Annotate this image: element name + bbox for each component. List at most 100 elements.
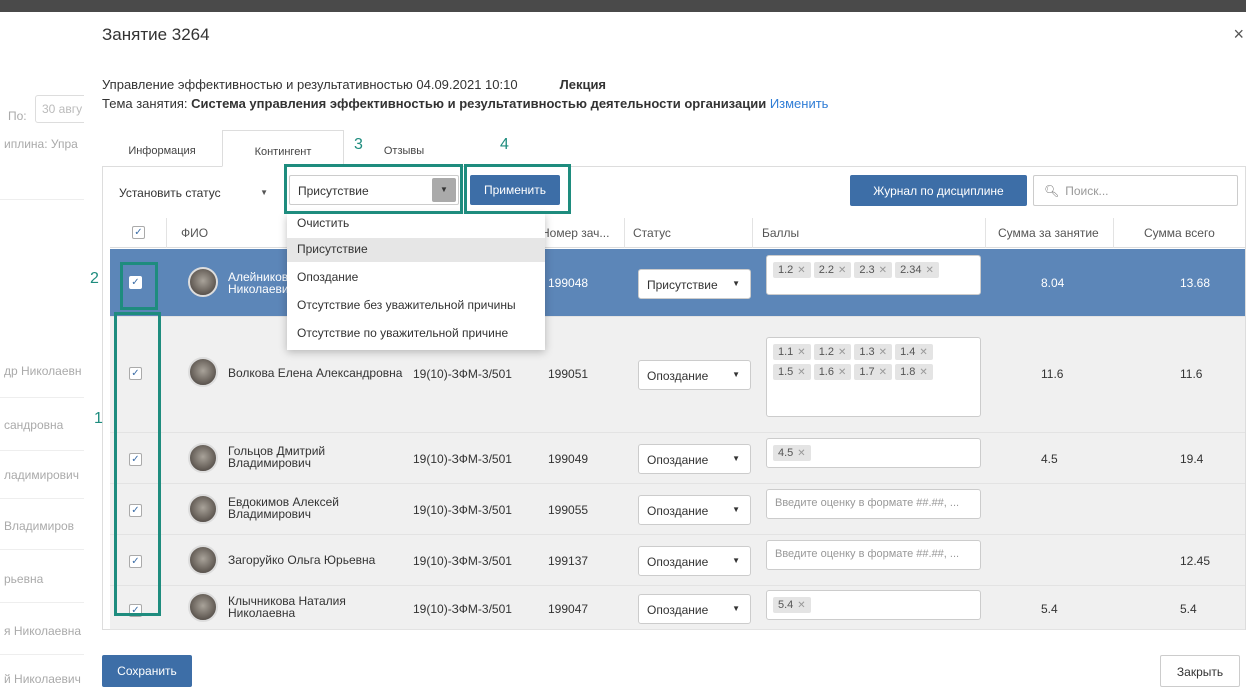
remove-icon: ✕ [919, 347, 928, 358]
lesson-info: Управление эффективностью и результативн… [102, 77, 606, 92]
bg-name: й Николаевич [4, 672, 81, 686]
scores-input[interactable]: Введите оценку в формате ##.##, ... [766, 489, 981, 519]
bg-divider [0, 397, 90, 398]
table-row[interactable]: ✓ Клычникова Наталия Николаевна 19(10)-ЗФ… [110, 586, 1245, 630]
scores-input[interactable]: 1.1 ✕ 1.2 ✕ 1.3 ✕ 1.4 ✕ 1.5 ✕ 1.6 ✕ 1.7 ✕ 1.8 ✕ [766, 337, 981, 417]
remove-icon: ✕ [837, 367, 847, 378]
discipline-journal-button[interactable]: Журнал по дисциплине [850, 175, 1027, 206]
bg-divider [0, 498, 90, 499]
bg-divider [0, 199, 90, 200]
row-status-select[interactable]: Опоздание ▼ [638, 495, 751, 525]
select-all-checkbox[interactable]: ✓ [132, 226, 145, 239]
student-name: Волкова Елена Александровна [228, 366, 403, 380]
lesson-topic: Тема занятия: Система управления эффекти… [102, 96, 828, 111]
scores-input[interactable]: Введите оценку в формате ##.##, ... [766, 540, 981, 570]
avatar [188, 267, 218, 297]
avatar [188, 592, 218, 622]
score-chip[interactable]: 5.4 ✕ [773, 597, 811, 613]
topic-label: Тема занятия: [102, 96, 192, 111]
avatar [188, 443, 218, 473]
scores-input[interactable]: 4.5 ✕ [766, 438, 981, 468]
sum-total: 11.6 [1180, 367, 1203, 381]
search-input[interactable]: 🔍︎ Поиск... [1033, 175, 1238, 206]
header-number[interactable]: Номер зач... [534, 218, 624, 248]
sum-lesson: 4.5 [1041, 452, 1058, 466]
score-chip[interactable]: 1.6 ✕ [813, 364, 852, 380]
record-number: 199137 [548, 554, 589, 568]
table-row[interactable]: ✓ Гольцов Дмитрий Владимирович 19(10)-ЗФМ… [110, 433, 1245, 484]
option-late[interactable]: Опоздание [287, 266, 545, 290]
top-bar [0, 0, 1246, 12]
remove-icon: ✕ [797, 265, 806, 276]
row-status-select[interactable]: Опоздание ▼ [638, 594, 751, 624]
sum-lesson: 5.4 [1041, 602, 1058, 616]
avatar [188, 545, 218, 575]
score-chip[interactable]: 1.4 ✕ [895, 344, 933, 360]
score-chip[interactable]: 1.8 ✕ [895, 364, 933, 380]
header-status[interactable]: Статус [624, 218, 752, 248]
student-name: Гольцов Дмитрий Владимирович [228, 444, 326, 470]
score-chip[interactable]: 1.2 ✕ [773, 262, 811, 278]
remove-icon: ✕ [797, 347, 806, 358]
scores-placeholder: Введите оценку в формате ##.##, ... [775, 497, 960, 509]
score-chip[interactable]: 2.2 ✕ [813, 262, 852, 278]
table-row[interactable]: ✓ Алейников А Николаевич 199048 Присутств… [110, 249, 1245, 317]
chevron-down-icon: ▼ [260, 188, 268, 197]
save-button[interactable]: Сохранить [102, 655, 192, 687]
lesson-kind: Лекция [559, 77, 607, 92]
record-number: 199051 [548, 367, 589, 381]
header-sum-total[interactable]: Сумма всего [1113, 218, 1245, 248]
bg-name: рьевна [4, 572, 44, 586]
option-clear[interactable]: Очистить [287, 212, 545, 236]
row-status-select[interactable]: Опоздание ▼ [638, 360, 751, 390]
annotation-number-4: 4 [500, 136, 509, 153]
set-status-dropdown[interactable]: Установить статус ▼ [119, 178, 274, 208]
score-chip[interactable]: 1.5 ✕ [773, 364, 811, 380]
sum-lesson: 8.04 [1041, 276, 1065, 290]
scores-input[interactable]: 1.2 ✕ 2.2 ✕ 2.3 ✕ 2.34 ✕ [766, 255, 981, 295]
chevron-down-icon: ▼ [732, 279, 740, 288]
header-scores[interactable]: Баллы [752, 218, 985, 248]
scores-placeholder: Введите оценку в формате ##.##, ... [775, 548, 960, 560]
tab-contingent[interactable]: Контингент [222, 130, 344, 167]
table-row[interactable]: ✓ Загоруйко Ольга Юрьевна 19(10)-ЗФМ-3/5… [110, 535, 1245, 586]
option-absent-unexcused[interactable]: Отсутствие без уважительной причины [287, 294, 545, 318]
avatar [188, 494, 218, 524]
tab-information[interactable]: Информация [102, 130, 222, 167]
row-status-select[interactable]: Опоздание ▼ [638, 444, 751, 474]
header-sum-lesson[interactable]: Сумма за занятие [985, 218, 1113, 248]
option-absent-excused[interactable]: Отсутствие по уважительной причине [287, 322, 545, 346]
score-chip[interactable]: 2.3 ✕ [854, 262, 893, 278]
remove-icon: ✕ [837, 265, 847, 276]
sum-total: 13.68 [1180, 276, 1211, 290]
change-topic-link[interactable]: Изменить [770, 96, 829, 111]
row-status-select[interactable]: Присутствие ▼ [638, 269, 751, 299]
bg-name: Владимиров [4, 519, 75, 533]
group: 19(10)-ЗФМ-3/501 [413, 602, 512, 616]
table-row[interactable]: ✓ Евдокимов Алексей Владимирович 19(10)-З… [110, 484, 1245, 535]
close-button[interactable]: Закрыть [1160, 655, 1240, 687]
bg-name: сандровна [4, 418, 64, 432]
tab-bar: Информация Контингент Отзывы [102, 130, 1246, 167]
scores-input[interactable]: 5.4 ✕ [766, 590, 981, 620]
score-chip[interactable]: 1.2 ✕ [813, 344, 852, 360]
score-chip[interactable]: 1.7 ✕ [854, 364, 893, 380]
student-name: Загоруйко Ольга Юрьевна [228, 553, 376, 567]
background-page: По: 30 авгу иплина: Упра др Николаевн са… [0, 12, 90, 693]
students-table: ✓ ФИО Номер зач... Статус Баллы Сумма за… [102, 215, 1246, 630]
table-row[interactable]: ✓ Волкова Елена Александровна 19(10)-ЗФМ… [110, 317, 1245, 433]
option-presence[interactable]: Присутствие [287, 238, 545, 262]
bg-divider [0, 450, 90, 451]
score-chip[interactable]: 2.34 ✕ [895, 262, 939, 278]
annotation-number-1: 1 [94, 410, 103, 427]
bg-date-field: 30 авгу [35, 95, 90, 123]
chevron-down-icon: ▼ [732, 454, 740, 463]
close-icon[interactable]: × [1233, 24, 1244, 45]
score-chip[interactable]: 4.5 ✕ [773, 445, 811, 461]
row-status-select[interactable]: Опоздание ▼ [638, 546, 751, 576]
student-name: Клычникова Наталия Николаевна [228, 594, 346, 620]
score-chip[interactable]: 1.1 ✕ [773, 344, 811, 360]
toolbar: Установить статус ▼ Присутствие ▼ Примен… [102, 167, 1246, 215]
bg-divider [0, 654, 90, 655]
score-chip[interactable]: 1.3 ✕ [854, 344, 893, 360]
